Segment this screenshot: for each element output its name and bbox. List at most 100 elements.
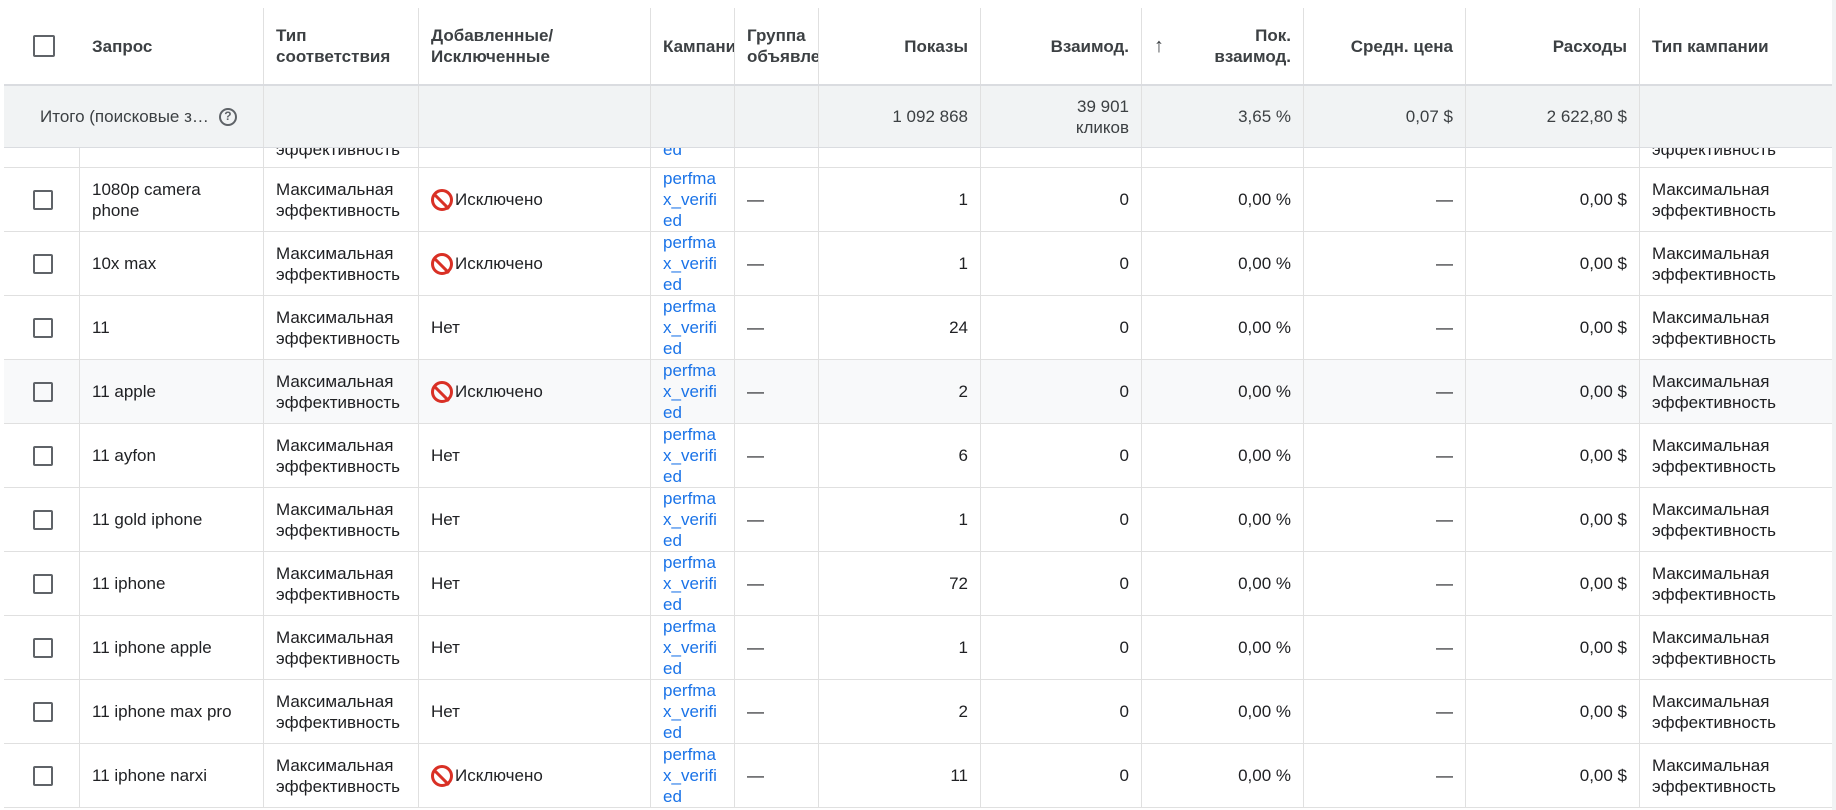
row-checkbox[interactable]: [33, 573, 53, 594]
header-campaign-type[interactable]: Тип кампании: [1640, 8, 1836, 84]
search-terms-table: Запрос Тип соответствия Добавленные/ Иск…: [4, 8, 1836, 808]
campaign-type-text: Максимальная эффективность: [1652, 243, 1777, 284]
row-checkbox[interactable]: [33, 509, 53, 530]
table-row[interactable]: 11 Максимальная эффективность Нет perfma…: [4, 296, 1836, 360]
partial-campaign-link[interactable]: ed: [663, 148, 682, 160]
row-select-cell: [4, 168, 80, 231]
cost-value: 0,00 $: [1579, 702, 1627, 721]
header-avg-cost[interactable]: Средн. цена: [1304, 8, 1466, 84]
ad-group-cell: —: [735, 424, 819, 487]
header-added-excluded-label: Добавленные/ Исключенные: [431, 26, 554, 66]
campaign-link[interactable]: perfmax_verified: [663, 424, 722, 487]
campaign-cell: perfmax_verified: [651, 232, 735, 295]
header-campaign[interactable]: Кампания: [651, 8, 735, 84]
row-checkbox[interactable]: [33, 701, 53, 722]
partial-campaign-type: эффективность: [1652, 148, 1777, 159]
row-checkbox[interactable]: [33, 253, 53, 274]
interaction-rate-value: 0,00 %: [1238, 190, 1291, 209]
avg-cost-cell: —: [1304, 296, 1466, 359]
table-row[interactable]: 1080p camera phone Максимальная эффектив…: [4, 168, 1836, 232]
row-checkbox[interactable]: [33, 189, 53, 210]
interactions-cell: 0: [981, 360, 1142, 423]
campaign-link[interactable]: perfmax_verified: [663, 296, 722, 359]
campaign-link[interactable]: perfmax_verified: [663, 680, 722, 743]
header-cost[interactable]: Расходы: [1466, 8, 1640, 84]
interaction-rate-value: 0,00 %: [1238, 446, 1291, 465]
partial-cell: [1304, 148, 1466, 167]
table-row[interactable]: 11 ayfon Максимальная эффективность Нет …: [4, 424, 1836, 488]
campaign-link[interactable]: perfmax_verified: [663, 552, 722, 615]
campaign-link[interactable]: perfmax_verified: [663, 360, 722, 423]
header-match-type[interactable]: Тип соответствия: [264, 8, 419, 84]
match-type-cell: Максимальная эффективность: [264, 488, 419, 551]
status-text: Нет: [431, 318, 460, 337]
row-checkbox[interactable]: [33, 381, 53, 402]
status-cell[interactable]: Исключено: [419, 360, 651, 423]
ad-group-cell: —: [735, 744, 819, 807]
campaign-type-cell: Максимальная эффективность: [1640, 680, 1836, 743]
help-circle-icon[interactable]: ?: [218, 107, 237, 126]
select-all-cell: [4, 8, 80, 84]
select-all-checkbox[interactable]: [33, 35, 55, 57]
status-cell[interactable]: Исключено: [419, 168, 651, 231]
table-row[interactable]: 11 iphone apple Максимальная эффективнос…: [4, 616, 1836, 680]
campaign-link[interactable]: perfmax_verified: [663, 232, 722, 295]
table-row[interactable]: 11 iphone Максимальная эффективность Нет…: [4, 552, 1836, 616]
match-type-cell: Максимальная эффективность: [264, 232, 419, 295]
cost-cell: 0,00 $: [1466, 616, 1640, 679]
status-cell[interactable]: Нет: [419, 680, 651, 743]
cost-value: 0,00 $: [1579, 638, 1627, 657]
header-interaction-rate[interactable]: ↑ Пок. взаимод.: [1142, 8, 1304, 84]
table-row[interactable]: 11 apple Максимальная эффективность Искл…: [4, 360, 1836, 424]
campaign-type-text: Максимальная эффективность: [1652, 435, 1777, 476]
row-checkbox[interactable]: [33, 445, 53, 466]
table-row[interactable]: 10x max Максимальная эффективность Исклю…: [4, 232, 1836, 296]
campaign-link[interactable]: perfmax_verified: [663, 168, 722, 231]
row-checkbox[interactable]: [33, 765, 53, 786]
status-cell[interactable]: Нет: [419, 616, 651, 679]
impressions-value: 2: [958, 382, 968, 401]
table-row[interactable]: 11 iphone max pro Максимальная эффективн…: [4, 680, 1836, 744]
query-cell: 11: [80, 296, 264, 359]
status-cell[interactable]: Нет: [419, 424, 651, 487]
ad-group-text: —: [747, 702, 764, 721]
status-cell[interactable]: Нет: [419, 488, 651, 551]
campaign-cell: perfmax_verified: [651, 488, 735, 551]
impressions-cell: 1: [819, 616, 981, 679]
ad-group-text: —: [747, 510, 764, 529]
status-cell[interactable]: Исключено: [419, 744, 651, 807]
cost-cell: 0,00 $: [1466, 424, 1640, 487]
total-empty-cell: [651, 86, 735, 147]
table-row[interactable]: 11 gold iphone Максимальная эффективност…: [4, 488, 1836, 552]
table-row-partial: эффективность ed эффективность: [4, 148, 1836, 168]
ad-group-cell: —: [735, 232, 819, 295]
interaction-rate-cell: 0,00 %: [1142, 424, 1304, 487]
header-interactions[interactable]: Взаимод.: [981, 8, 1142, 84]
row-select-cell: [4, 232, 80, 295]
row-checkbox[interactable]: [33, 637, 53, 658]
match-type-cell: Максимальная эффективность: [264, 360, 419, 423]
header-ad-group[interactable]: Группа объявлений: [735, 8, 819, 84]
avg-cost-cell: —: [1304, 680, 1466, 743]
row-checkbox[interactable]: [33, 317, 53, 338]
total-interactions-value: 39 901 кликов: [1075, 96, 1129, 137]
interaction-rate-cell: 0,00 %: [1142, 488, 1304, 551]
campaign-link[interactable]: perfmax_verified: [663, 744, 722, 807]
campaign-link[interactable]: perfmax_verified: [663, 488, 722, 551]
table-row[interactable]: 11 iphone narxi Максимальная эффективнос…: [4, 744, 1836, 808]
cost-value: 0,00 $: [1579, 382, 1627, 401]
header-impressions[interactable]: Показы: [819, 8, 981, 84]
vertical-scrollbar[interactable]: [1832, 0, 1836, 810]
interactions-cell: 0: [981, 296, 1142, 359]
campaign-type-cell: Максимальная эффективность: [1640, 168, 1836, 231]
campaign-link[interactable]: perfmax_verified: [663, 616, 722, 679]
total-avg-cost: 0,07 $: [1304, 86, 1466, 147]
status-cell[interactable]: Исключено: [419, 232, 651, 295]
cost-value: 0,00 $: [1579, 446, 1627, 465]
interaction-rate-value: 0,00 %: [1238, 254, 1291, 273]
header-query[interactable]: Запрос: [80, 8, 264, 84]
status-cell[interactable]: Нет: [419, 296, 651, 359]
header-added-excluded[interactable]: Добавленные/ Исключенные: [419, 8, 651, 84]
status-cell[interactable]: Нет: [419, 552, 651, 615]
sort-ascending-arrow-icon[interactable]: ↑: [1154, 35, 1164, 57]
